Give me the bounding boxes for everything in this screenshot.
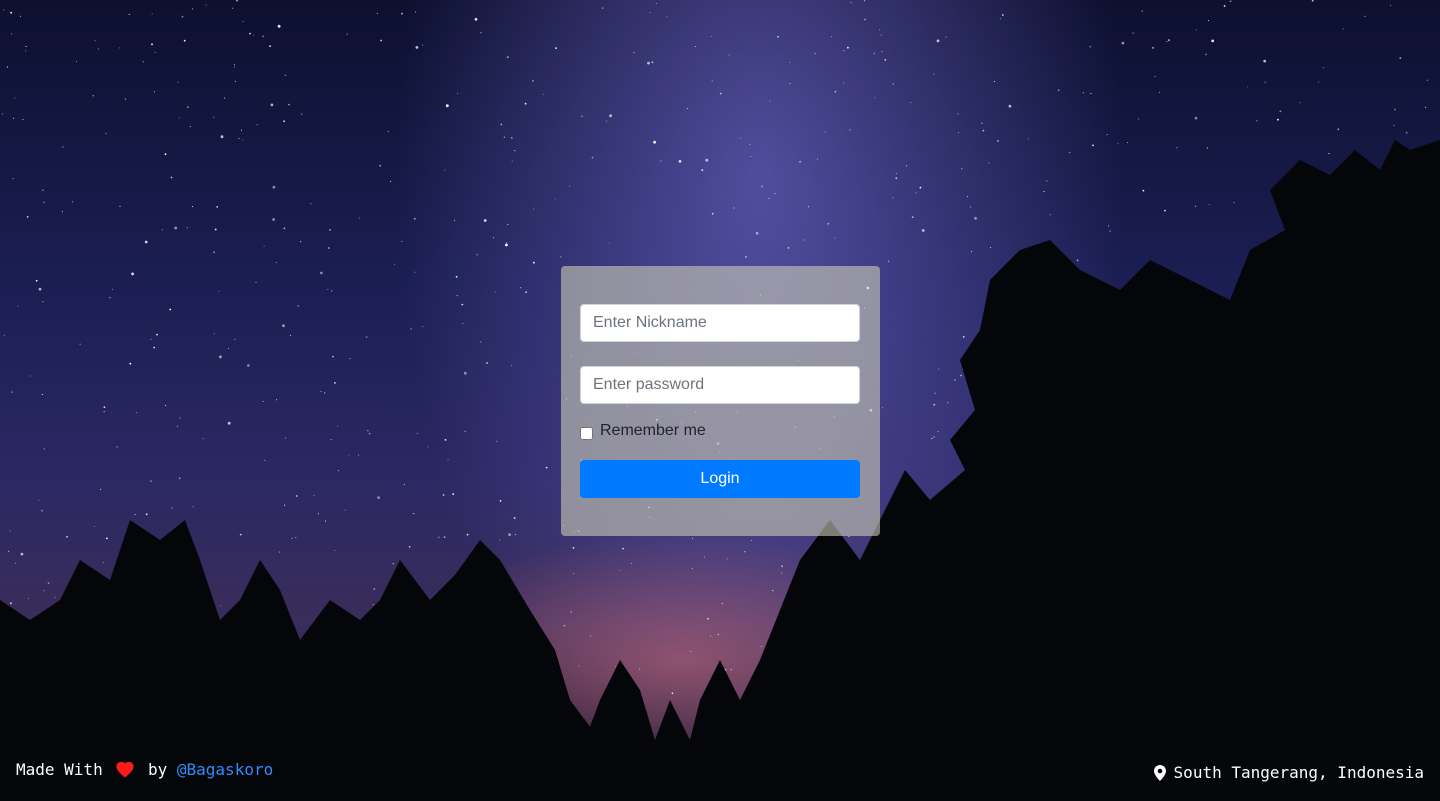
location-text: South Tangerang, Indonesia (1173, 763, 1424, 782)
footer-location: South Tangerang, Indonesia (1153, 763, 1424, 782)
map-marker-icon (1153, 764, 1166, 781)
heart-icon (116, 761, 134, 778)
author-link[interactable]: @Bagaskoro (177, 760, 273, 779)
password-input[interactable] (580, 366, 860, 404)
remember-me-checkbox[interactable] (580, 426, 593, 440)
made-with-text: Made With (16, 760, 103, 779)
remember-me-label: Remember me (600, 422, 706, 439)
nickname-input[interactable] (580, 304, 860, 342)
footer-credit: Made With by @Bagaskoro (16, 760, 273, 779)
by-text: by (147, 760, 168, 779)
login-card: Remember me Login (561, 266, 880, 536)
login-button[interactable]: Login (580, 460, 860, 498)
remember-me[interactable]: Remember me (580, 422, 706, 440)
